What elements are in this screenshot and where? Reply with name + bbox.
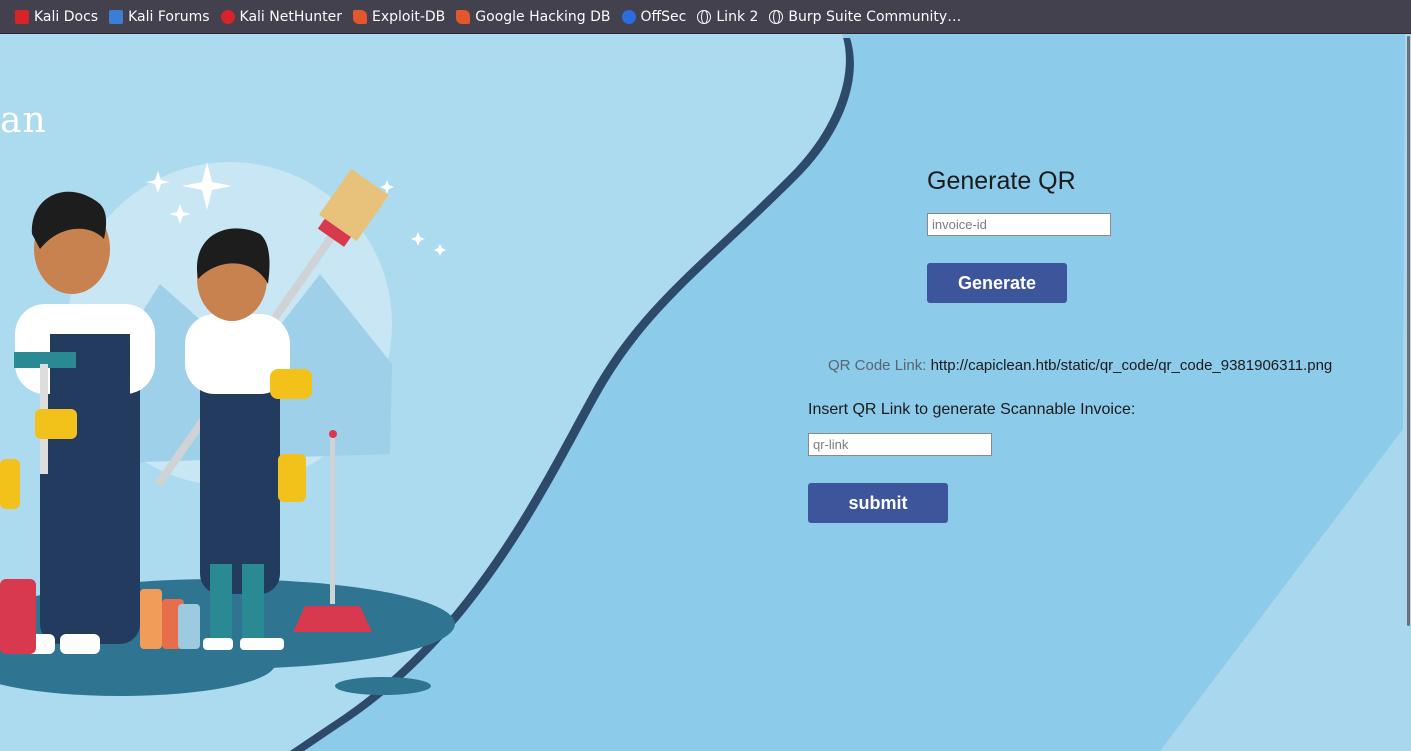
bookmark-kali-docs[interactable]: Kali Docs [10,5,103,29]
exploit-db-icon [352,9,367,24]
globe-icon [769,9,784,24]
bookmark-label: Link 2 [716,8,759,25]
ghdb-icon [456,9,471,24]
bookmark-label: Kali Docs [34,8,99,25]
bookmark-offsec[interactable]: OffSec [617,5,692,29]
generate-button[interactable]: Generate [927,263,1067,303]
bookmark-exploit-db[interactable]: Exploit-DB [348,5,450,29]
qr-code-link-url[interactable]: http://capiclean.htb/static/qr_code/qr_c… [931,357,1333,374]
kali-forums-icon [109,9,124,24]
insert-qr-link-label: Insert QR Link to generate Scannable Inv… [808,401,1136,418]
nethunter-icon [220,9,235,24]
bookmark-burp-suite[interactable]: Burp Suite Community… [764,5,966,29]
bookmark-label: Kali NetHunter [239,8,342,25]
bookmark-label: OffSec [640,8,687,25]
bookmark-kali-nethunter[interactable]: Kali NetHunter [216,5,347,29]
bookmark-label: Burp Suite Community… [788,8,962,25]
bookmark-google-hacking-db[interactable]: Google Hacking DB [451,5,615,29]
qr-code-link-label: QR Code Link: [828,357,927,374]
submit-button[interactable]: submit [808,483,948,523]
page-viewport: an Generate QR Generate QR Code Link: ht… [0,34,1411,751]
globe-icon [697,9,712,24]
bookmark-link-2[interactable]: Link 2 [692,5,763,29]
kali-icon [15,9,29,24]
bookmark-label: Kali Forums [128,8,210,25]
generate-qr-title: Generate QR [927,167,1076,195]
brand-logo-text: an [0,100,47,141]
qr-code-link-row: QR Code Link: http://capiclean.htb/stati… [828,357,1332,374]
bookmark-label: Exploit-DB [371,8,446,25]
offsec-icon [621,9,636,24]
bookmarks-toolbar: Kali Docs Kali Forums Kali NetHunter Exp… [0,0,1411,34]
hero-illustration [0,34,1411,751]
bookmark-kali-forums[interactable]: Kali Forums [104,5,214,29]
invoice-id-input[interactable] [927,213,1111,236]
qr-link-input[interactable] [808,433,992,456]
bookmark-label: Google Hacking DB [475,8,611,25]
page-scrollbar[interactable] [1407,36,1410,626]
